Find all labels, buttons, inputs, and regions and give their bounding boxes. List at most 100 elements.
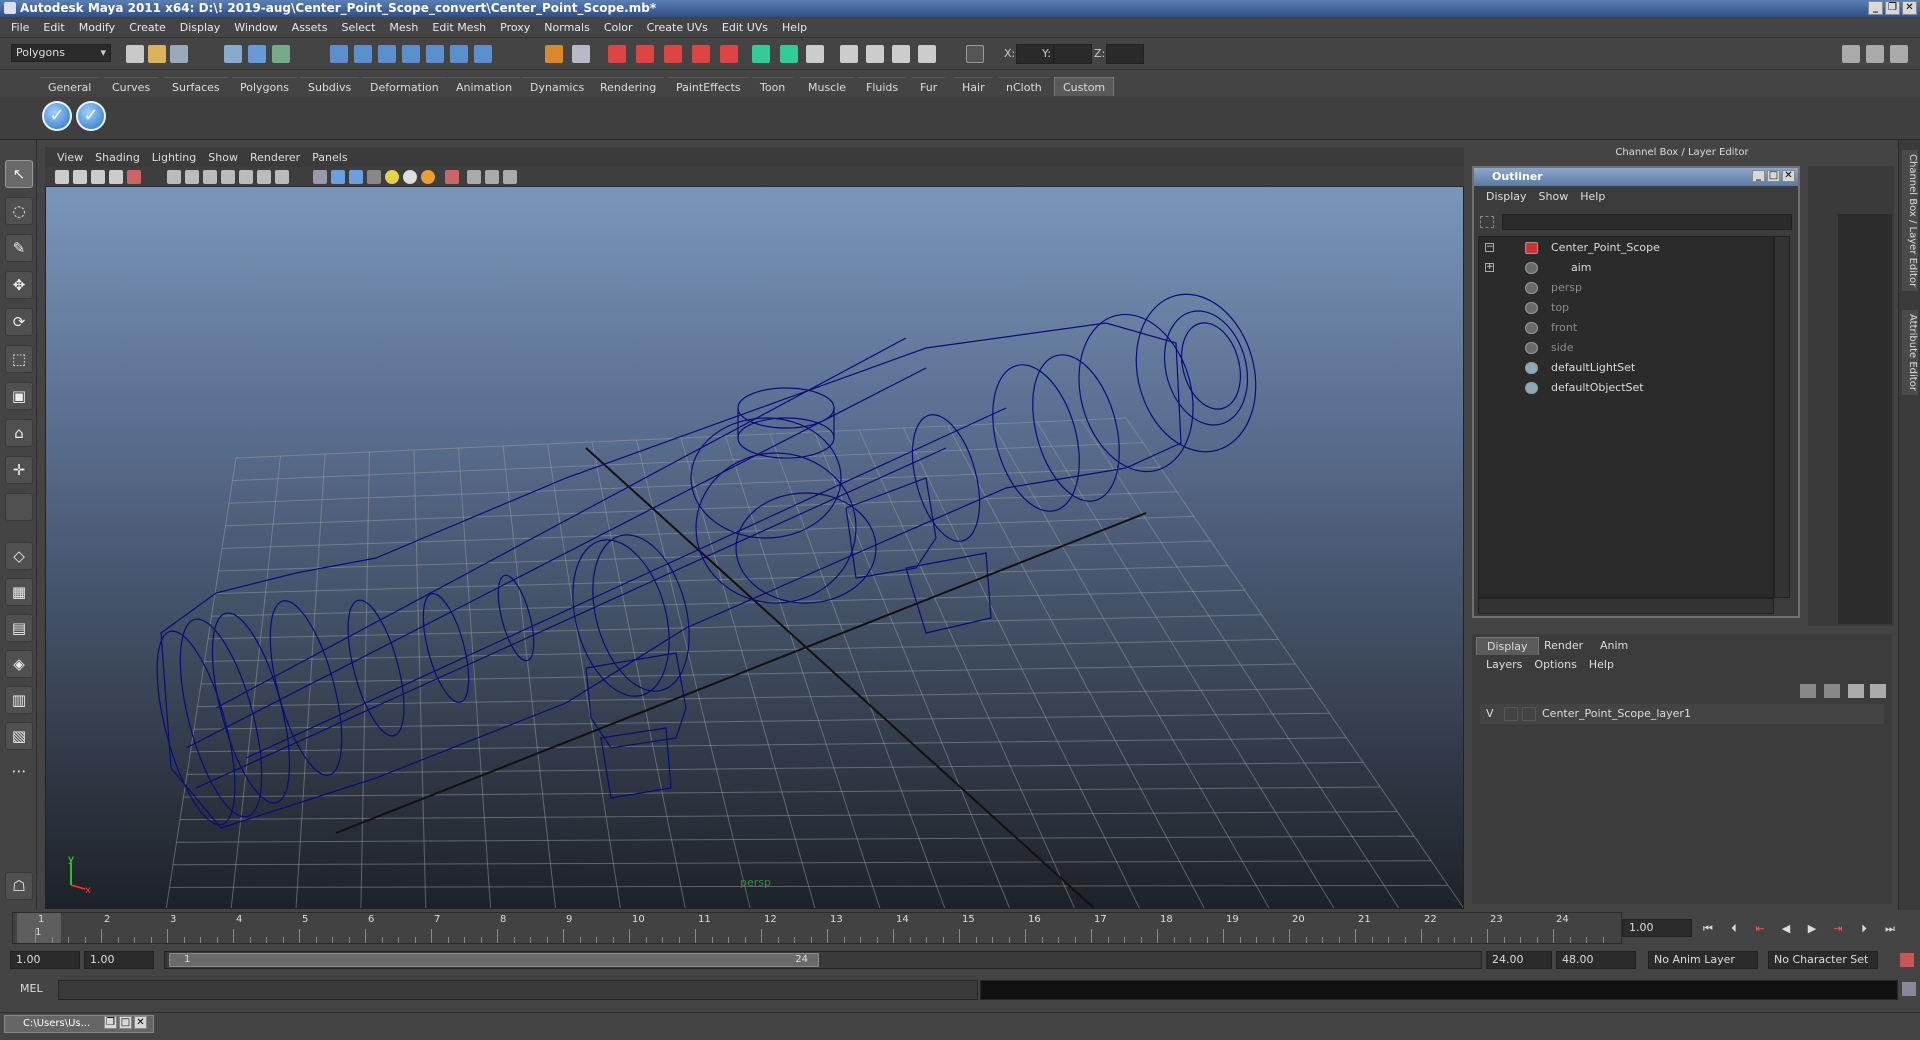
taskbar-maximize-button[interactable]: □ — [119, 1016, 132, 1029]
construction-history-icon[interactable] — [572, 45, 590, 63]
shadows-icon[interactable] — [421, 170, 435, 184]
outliner-item[interactable]: + aim — [1479, 259, 1769, 277]
menu-display[interactable]: Display — [173, 21, 228, 34]
resolution-gate-icon[interactable] — [203, 170, 217, 184]
play-forward-icon[interactable]: ▶ — [1804, 922, 1820, 936]
two-d-pan-icon[interactable] — [109, 170, 123, 184]
outliner-horizontal-scrollbar[interactable] — [1478, 598, 1774, 614]
numeric-input-icon[interactable] — [806, 45, 824, 63]
shelf-tab-painteffects[interactable]: PaintEffects — [668, 77, 749, 96]
menu-edit-uvs[interactable]: Edit UVs — [715, 21, 775, 34]
output-icon[interactable] — [780, 45, 798, 63]
grease-pencil-icon[interactable] — [127, 170, 141, 184]
textured-icon[interactable] — [367, 170, 381, 184]
new-layer-selected-icon[interactable] — [1824, 684, 1840, 698]
snap-grid-icon[interactable] — [330, 45, 348, 63]
outliner-filter-icon[interactable] — [1480, 216, 1494, 228]
outliner-item[interactable]: side — [1479, 339, 1769, 357]
time-slider[interactable]: 1 1 2 3 4 5 6 7 8 9 10 11 12 13 14 15 16 17 18 19 20 21 22 23 2… — [12, 912, 1622, 944]
shelf-tab-toon[interactable]: Toon — [752, 77, 794, 96]
auto-key-icon[interactable] — [1900, 953, 1914, 967]
menu-proxy[interactable]: Proxy — [493, 21, 537, 34]
image-plane-icon[interactable] — [91, 170, 105, 184]
shelf-tab-ncloth[interactable]: nCloth — [998, 77, 1050, 96]
render-frame-icon[interactable] — [608, 45, 626, 63]
use-default-light-icon[interactable] — [385, 170, 399, 184]
help-icon[interactable] — [474, 45, 492, 63]
vp-menu-panels[interactable]: Panels — [306, 151, 353, 164]
snap-plane-icon[interactable] — [402, 45, 420, 63]
scale-tool-icon[interactable]: ⬚ — [5, 345, 33, 373]
shelf-tab-deformation[interactable]: Deformation — [362, 77, 447, 96]
hypershade-layout-icon[interactable]: ▥ — [5, 686, 33, 714]
shelf-tab-general[interactable]: General — [40, 77, 100, 96]
shelf-tab-polygons[interactable]: Polygons — [232, 77, 297, 96]
last-tool-icon[interactable] — [5, 493, 33, 521]
persp-graph-layout-icon[interactable]: ◈ — [5, 650, 33, 678]
outliner-item[interactable]: top — [1479, 299, 1769, 317]
snap-point-icon[interactable] — [378, 45, 396, 63]
lock-icon[interactable] — [545, 45, 563, 63]
perspective-viewport[interactable]: persp — [45, 147, 1464, 909]
scale-icon[interactable] — [892, 45, 910, 63]
save-scene-icon[interactable] — [170, 45, 188, 63]
manipulator-tool-icon[interactable]: ▣ — [5, 382, 33, 410]
rotate-tool-icon[interactable]: ⟳ — [5, 308, 33, 336]
outliner-menu-show[interactable]: Show — [1533, 190, 1575, 203]
outliner-item[interactable]: front — [1479, 319, 1769, 337]
toggle-attribute-editor-icon[interactable] — [1842, 45, 1860, 63]
outliner-item[interactable]: persp — [1479, 279, 1769, 297]
vp-menu-show[interactable]: Show — [202, 151, 244, 164]
use-all-lights-icon[interactable] — [403, 170, 417, 184]
soft-mod-tool-icon[interactable]: ⌂ — [5, 419, 33, 447]
mel-label[interactable]: MEL — [20, 982, 43, 995]
grid-toggle-icon[interactable] — [167, 170, 181, 184]
render-view-icon[interactable] — [720, 45, 738, 63]
ipr-render-icon[interactable] — [636, 45, 654, 63]
outliner-item[interactable]: defaultLightSet — [1479, 359, 1769, 377]
taskbar-restore-button[interactable]: ❐ — [104, 1016, 117, 1029]
single-perspective-layout-icon[interactable]: ◇ — [5, 542, 33, 570]
menu-create-uvs[interactable]: Create UVs — [640, 21, 715, 34]
outliner-item[interactable]: − Center_Point_Scope — [1479, 239, 1769, 257]
safe-action-icon[interactable] — [257, 170, 271, 184]
open-scene-icon[interactable] — [148, 45, 166, 63]
custom-checkmark-icon-2[interactable]: ✓ — [76, 101, 106, 131]
persp-outliner-layout-icon[interactable]: ▤ — [5, 614, 33, 642]
shelf-tab-curves[interactable]: Curves — [104, 77, 159, 96]
smooth-shade-icon[interactable] — [331, 170, 345, 184]
new-layer-icon[interactable] — [1800, 684, 1816, 698]
shelf-tab-dynamics[interactable]: Dynamics — [522, 77, 593, 96]
taskbar-close-button[interactable]: ✕ — [134, 1016, 147, 1029]
custom-checkmark-icon-1[interactable]: ✓ — [42, 101, 72, 131]
close-button[interactable]: ✕ — [1902, 1, 1917, 15]
y-field[interactable] — [1054, 44, 1092, 64]
outliner-close-button[interactable]: ✕ — [1782, 170, 1795, 182]
minimize-button[interactable]: _ — [1868, 1, 1883, 15]
vp-menu-shading[interactable]: Shading — [89, 151, 146, 164]
safe-title-icon[interactable] — [275, 170, 289, 184]
step-forward-frame-icon[interactable]: ⏵ — [1856, 922, 1872, 936]
transform-icon[interactable] — [840, 45, 858, 63]
character-set-dropdown[interactable]: No Character Set — [1768, 951, 1878, 969]
restore-button[interactable]: ❐ — [1885, 1, 1900, 15]
shelf-tab-custom[interactable]: Custom — [1054, 77, 1115, 96]
hotbox-icon[interactable]: ☖ — [5, 872, 33, 900]
tab-attribute-editor[interactable]: Attribute Editor — [1902, 310, 1918, 395]
outliner-maximize-button[interactable]: □ — [1767, 170, 1780, 182]
layer-tab-anim[interactable]: Anim — [1590, 637, 1638, 655]
menu-window[interactable]: Window — [227, 21, 284, 34]
step-back-frame-icon[interactable]: ⏴ — [1726, 922, 1742, 936]
shelf-tab-animation[interactable]: Animation — [448, 77, 521, 96]
layer-tab-render[interactable]: Render — [1534, 637, 1593, 655]
menu-edit[interactable]: Edit — [36, 21, 71, 34]
layer-menu-options[interactable]: Options — [1528, 658, 1582, 671]
expand-icon[interactable]: + — [1485, 263, 1494, 272]
toggle-tool-settings-icon[interactable] — [1866, 45, 1884, 63]
layer-menu-layers[interactable]: Layers — [1480, 658, 1528, 671]
step-back-key-icon[interactable]: ⇤ — [1752, 922, 1768, 936]
menu-color[interactable]: Color — [597, 21, 640, 34]
menu-select[interactable]: Select — [334, 21, 382, 34]
paint-select-tool-icon[interactable]: ✎ — [5, 234, 33, 262]
menu-edit-mesh[interactable]: Edit Mesh — [425, 21, 493, 34]
